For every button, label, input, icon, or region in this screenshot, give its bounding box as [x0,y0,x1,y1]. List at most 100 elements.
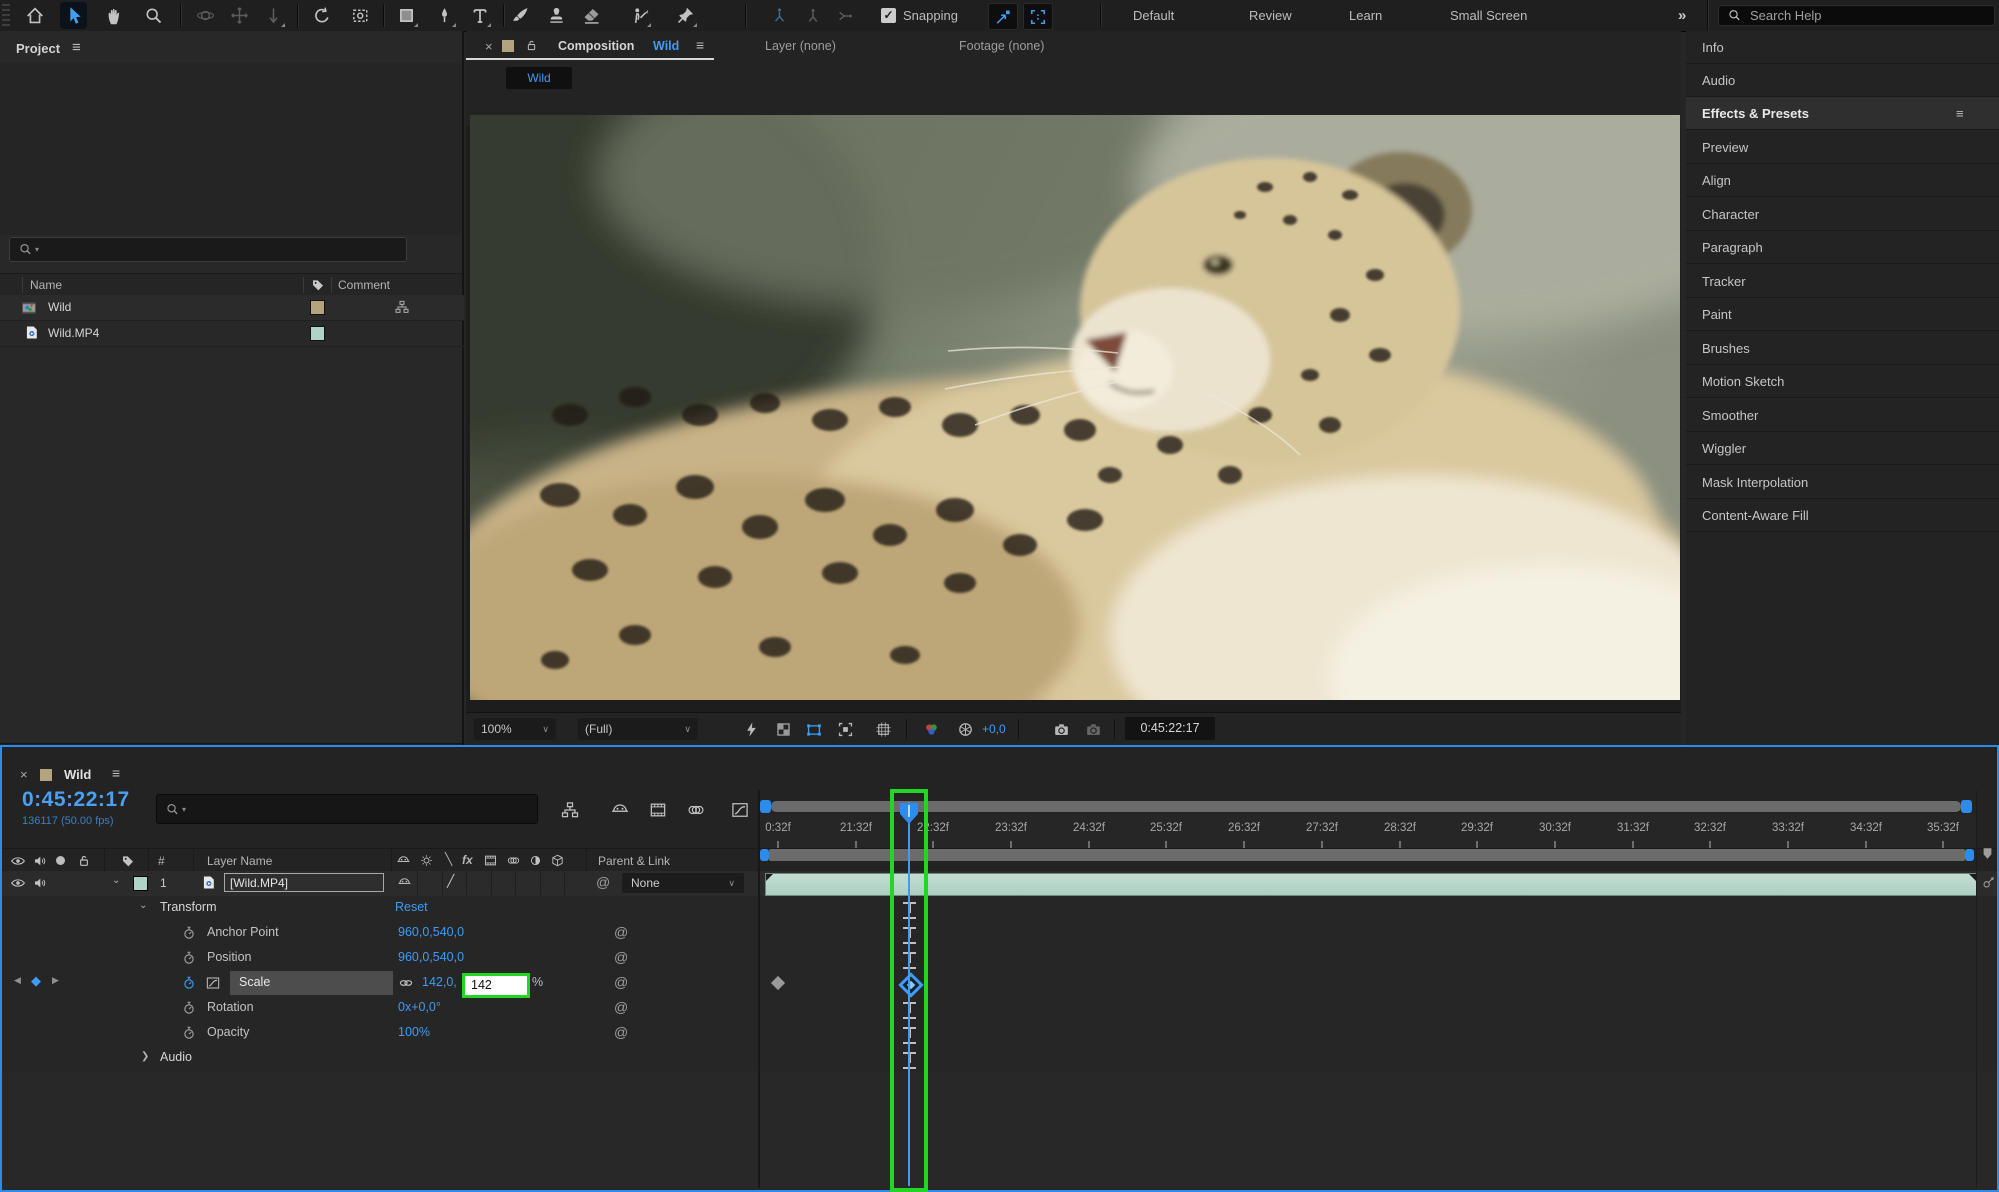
viewer-timecode[interactable]: 0:45:22:17 [1125,717,1215,740]
sidebar-item-info[interactable]: Info [1686,31,1999,64]
workspace-tab-default[interactable]: Default [1133,0,1174,31]
column-comment[interactable]: Comment [338,278,390,292]
help-search-input[interactable]: Search Help [1718,5,1995,26]
tool-dolly-camera[interactable] [260,2,287,29]
current-timecode[interactable]: 0:45:22:17 [22,788,130,812]
column-name[interactable]: Name [30,278,62,292]
scale-value-input[interactable]: 142 [462,973,530,998]
adjustment-layer-icon[interactable] [528,853,543,868]
puppet-bend-icon[interactable] [831,2,858,29]
workspace-tab-learn[interactable]: Learn [1349,0,1382,31]
tool-type[interactable] [466,2,493,29]
tab-composition-label[interactable]: Composition [558,39,634,53]
sidebar-item-paragraph[interactable]: Paragraph [1686,231,1999,264]
row-transform-group[interactable]: ⌄ Transform Reset [2,896,1997,922]
comp-marker-bin-icon[interactable] [1979,845,1996,862]
eye-icon[interactable] [10,853,26,869]
stopwatch-icon[interactable] [181,1025,197,1041]
tool-puppet-pin[interactable] [672,2,699,29]
collapse-transformations-icon[interactable] [419,853,434,868]
sidebar-item-paint[interactable]: Paint [1686,298,1999,331]
workspace-tab-review[interactable]: Review [1249,0,1292,31]
tool-hand[interactable] [101,2,128,29]
property-name[interactable]: Rotation [207,1000,254,1014]
project-item-wild[interactable]: Wild [0,295,464,321]
row-opacity[interactable]: Opacity 100% @ [2,1021,1997,1047]
work-area-end-handle[interactable] [1965,849,1974,861]
tool-rotation[interactable] [308,2,335,29]
panel-menu-icon[interactable]: ≡ [696,37,704,53]
property-name[interactable]: Scale [239,975,270,989]
eye-icon[interactable] [10,875,26,891]
timeline-tab[interactable]: Wild [64,767,91,782]
project-item-name[interactable]: Wild [48,300,71,314]
flowchart-icon[interactable] [394,299,410,315]
timeline-search-input[interactable]: ▾ [156,794,538,824]
layer-name-field[interactable]: [Wild.MP4] [224,873,384,892]
label-color-swatch[interactable] [310,326,325,341]
panel-menu-icon[interactable]: ≡ [1956,97,1964,130]
tool-zoom[interactable] [140,2,167,29]
sidebar-item-content-aware-fill[interactable]: Content-Aware Fill [1686,499,1999,532]
property-name[interactable]: Anchor Point [207,925,279,939]
property-name[interactable]: Position [207,950,251,964]
sidebar-item-align[interactable]: Align [1686,164,1999,197]
layer-color-swatch[interactable] [133,876,148,891]
toolbar-grip[interactable] [2,4,10,27]
property-pickwhip-icon[interactable]: @ [614,999,628,1015]
close-icon[interactable]: × [20,767,28,782]
collapsed-chevron-icon[interactable]: ❯ [141,1051,149,1062]
solo-icon[interactable] [56,856,65,865]
work-area-start-handle[interactable] [760,849,769,861]
tool-pen[interactable] [431,2,458,29]
property-pickwhip-icon[interactable]: @ [614,1024,628,1040]
pick-whip-icon[interactable] [1980,875,1996,891]
label-color-swatch[interactable] [310,300,325,315]
stopwatch-icon-active[interactable] [181,975,197,991]
project-item-wild-mp4[interactable]: Wild.MP4 [0,321,464,347]
property-value[interactable]: 100% [398,1025,430,1039]
property-pickwhip-icon[interactable]: @ [614,974,628,990]
snapping-checkbox[interactable]: ✓ [881,8,896,23]
layer-duration-bar[interactable] [765,873,1977,896]
row-rotation[interactable]: Rotation 0x+0,0° @ [2,996,1997,1022]
composition-viewer[interactable] [466,126,1681,712]
project-panel-title[interactable]: Project [16,41,60,56]
transparency-grid-icon[interactable] [774,720,793,739]
prev-keyframe-icon[interactable]: ◀ [14,975,21,986]
sidebar-item-tracker[interactable]: Tracker [1686,265,1999,298]
work-area-bar[interactable] [769,849,1965,861]
quality-switch-icon[interactable]: ╲ [445,852,452,866]
audio-group-label[interactable]: Audio [160,1050,192,1064]
motion-blur-icon[interactable] [686,800,706,820]
snap-beyond-edges-button[interactable] [988,3,1018,30]
frame-blending-icon[interactable] [648,800,668,820]
sidebar-item-effects-presets[interactable]: Effects & Presets≡ [1686,97,1999,130]
mini-flowchart-icon[interactable] [560,800,580,820]
sidebar-item-smoother[interactable]: Smoother [1686,399,1999,432]
magnification-dropdown[interactable]: 100%∨ [474,718,556,740]
unlock-icon[interactable] [524,38,539,53]
tool-rectangle[interactable] [393,2,420,29]
viewer-target-chip[interactable]: Wild [506,67,572,89]
resolution-dropdown[interactable]: (Full)∨ [578,718,698,740]
sidebar-item-brushes[interactable]: Brushes [1686,332,1999,365]
home-button[interactable] [21,2,48,29]
exposure-value[interactable]: +0,0 [982,722,1006,736]
sidebar-item-motion-sketch[interactable]: Motion Sketch [1686,365,1999,398]
sidebar-item-wiggler[interactable]: Wiggler [1686,432,1999,465]
sidebar-item-mask-interpolation[interactable]: Mask Interpolation [1686,466,1999,499]
speaker-icon[interactable] [32,853,48,869]
snapshot-camera-icon[interactable] [1052,720,1071,739]
label-color-icon[interactable] [120,853,136,869]
sidebar-item-audio[interactable]: Audio [1686,64,1999,97]
keyframe-toggle-icon[interactable]: ◆ [31,973,41,989]
workspace-overflow-chevron[interactable]: » [1678,0,1686,31]
motion-blur-switch-icon[interactable] [506,853,521,868]
column-layer-name[interactable]: Layer Name [207,854,272,868]
show-snapshot-icon[interactable] [1084,720,1103,739]
label-color-icon[interactable] [310,277,326,293]
row-audio-group[interactable]: ❯ Audio [2,1046,1997,1072]
property-value[interactable]: 960,0,540,0 [398,925,464,939]
puppet-advanced-icon[interactable] [799,2,826,29]
